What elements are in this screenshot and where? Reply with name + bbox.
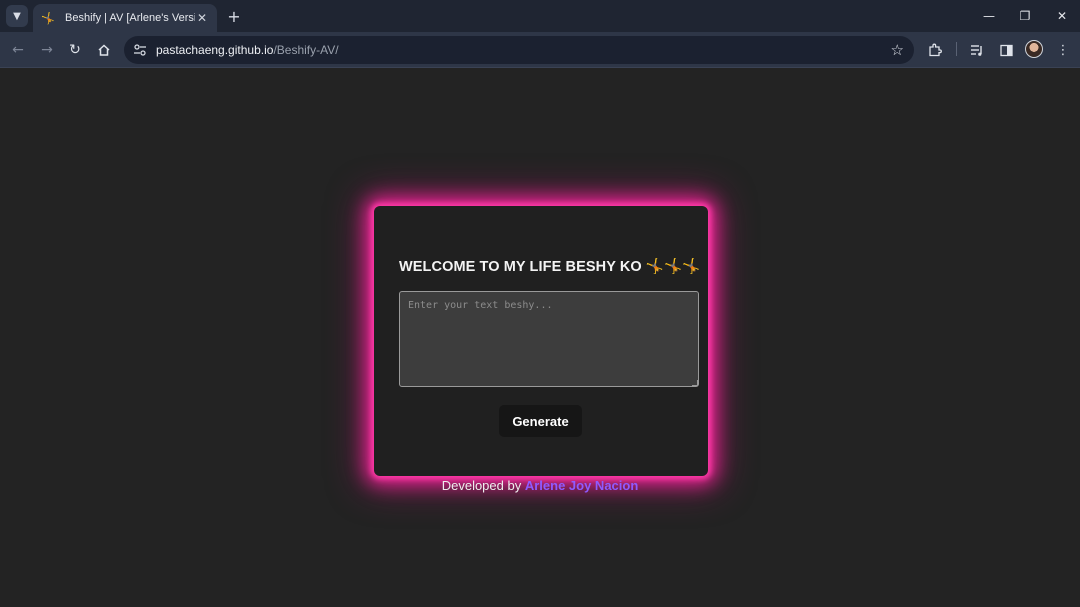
restore-button[interactable]: ❐ xyxy=(1007,0,1043,32)
address-bar[interactable]: pastachaeng.github.io/Beshify-AV/ ☆ xyxy=(124,36,914,64)
author-link[interactable]: Arlene Joy Nacion xyxy=(525,478,638,493)
side-panel-icon xyxy=(999,44,1013,56)
forward-arrow-icon: → xyxy=(41,42,53,58)
url-path: /Beshify-AV/ xyxy=(273,43,339,57)
browser-tab[interactable]: 🤸 Beshify | AV [Arlene's Version] ✕ xyxy=(33,4,217,32)
url-host: pastachaeng.github.io xyxy=(156,43,274,57)
back-button[interactable]: ← xyxy=(6,38,30,62)
tab-search-button[interactable]: ▼ xyxy=(6,5,28,27)
footer-prefix: Developed by xyxy=(441,478,525,493)
new-tab-button[interactable]: + xyxy=(224,6,244,26)
star-icon[interactable]: ☆ xyxy=(891,41,904,59)
forward-button[interactable]: → xyxy=(35,38,59,62)
page-title: WELCOME TO MY LIFE BESHY KO 🤸🤸🤸 xyxy=(399,259,701,275)
browser-toolbar: ← → ↻ pastachaeng.github.io/Beshify-AV/ … xyxy=(0,32,1080,68)
toolbar-divider xyxy=(956,42,957,56)
back-arrow-icon: ← xyxy=(12,42,24,58)
url-text[interactable]: pastachaeng.github.io/Beshify-AV/ xyxy=(156,43,339,57)
avatar[interactable] xyxy=(1025,40,1043,58)
reload-icon: ↻ xyxy=(69,42,81,58)
resize-handle-icon[interactable] xyxy=(692,380,698,386)
minimize-button[interactable]: — xyxy=(971,0,1007,32)
home-button[interactable] xyxy=(92,38,116,62)
window-close-button[interactable]: ✕ xyxy=(1044,0,1080,32)
kebab-menu-icon[interactable]: ⋮ xyxy=(1051,38,1075,62)
tab-strip: ▼ 🤸 Beshify | AV [Arlene's Version] ✕ + … xyxy=(0,0,1080,32)
tab-close-icon[interactable]: ✕ xyxy=(195,11,209,25)
generate-button[interactable]: Generate xyxy=(499,405,582,437)
chevron-down-icon: ▼ xyxy=(13,10,21,22)
tab-favicon: 🤸 xyxy=(41,11,55,25)
media-controls-button[interactable] xyxy=(965,38,989,62)
extensions-button[interactable] xyxy=(923,38,947,62)
media-controls-icon xyxy=(971,45,982,56)
footer-credit: Developed by Arlene Joy Nacion xyxy=(0,478,1080,493)
home-icon xyxy=(98,44,110,56)
reload-button[interactable]: ↻ xyxy=(63,38,87,62)
site-settings-icon[interactable] xyxy=(126,36,154,64)
beshify-card: WELCOME TO MY LIFE BESHY KO 🤸🤸🤸 Generate xyxy=(374,206,708,476)
text-input[interactable] xyxy=(399,291,699,387)
puzzle-icon xyxy=(929,43,942,57)
tab-title: Beshify | AV [Arlene's Version] xyxy=(65,12,195,24)
side-panel-button[interactable] xyxy=(994,38,1018,62)
